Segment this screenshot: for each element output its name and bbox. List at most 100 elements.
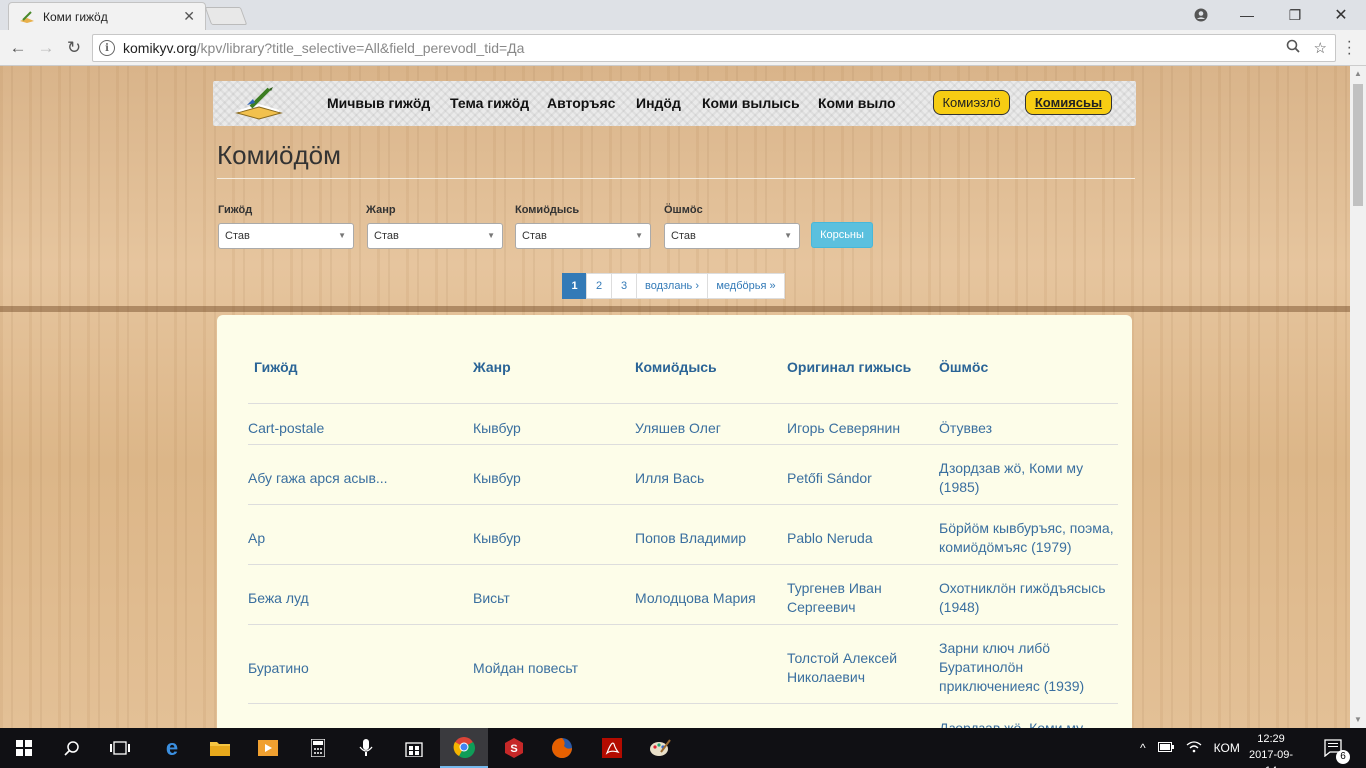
action-center-icon[interactable]: 6 [1324, 728, 1350, 768]
last-page-link[interactable]: медбӧрья » [707, 273, 785, 299]
url-path: /kpv/library?title_selective=All&field_p… [196, 40, 525, 56]
url-input[interactable]: i komikyv.org /kpv/library?title_selecti… [92, 34, 1336, 62]
browser-tab[interactable]: Коми гижӧд ✕ [8, 2, 206, 30]
table-cell-source[interactable]: Бӧрйӧм кывбуръяс, поэма, комиӧдӧмъяс (19… [939, 519, 1119, 557]
nav-link-3[interactable]: Авторъяс [547, 95, 615, 111]
bookmark-star-icon[interactable]: ☆ [1314, 39, 1327, 57]
zoom-search-icon[interactable] [1286, 39, 1300, 57]
table-cell-translator[interactable]: Уляшев Олег [635, 419, 721, 438]
battery-icon[interactable] [1157, 741, 1174, 755]
nav-link-5[interactable]: Коми вылысь [702, 95, 800, 111]
info-icon[interactable]: i [99, 40, 115, 56]
table-cell-title[interactable]: Бежа луд [248, 589, 309, 608]
table-cell-source[interactable]: Дзордзав жӧ, Коми му (1985) [939, 459, 1109, 497]
site-logo-icon[interactable] [235, 85, 283, 121]
table-cell-genre[interactable]: Кывбур [473, 469, 521, 488]
row-divider [248, 624, 1118, 625]
site-favicon-icon [20, 10, 34, 23]
page-scrollbar[interactable]: ▲ ▼ [1350, 66, 1366, 728]
column-header-source[interactable]: Ӧшмӧс [939, 359, 988, 375]
table-cell-genre[interactable]: Висьт [473, 589, 510, 608]
paint-icon[interactable] [636, 728, 684, 768]
table-cell-translator[interactable]: Илля Вась [635, 469, 704, 488]
system-clock[interactable]: 12:29 2017-09-14 [1245, 731, 1297, 768]
page-3-link[interactable]: 3 [611, 273, 637, 299]
next-page-link[interactable]: водзлань › [636, 273, 708, 299]
table-cell-genre[interactable]: Мойдан повесьт [473, 659, 578, 678]
minimize-icon[interactable]: — [1224, 0, 1270, 30]
table-cell-original-author[interactable]: Толстой Алексей Николаевич [787, 649, 917, 687]
tab-title: Коми гижӧд [43, 9, 108, 24]
table-cell-title[interactable]: Cart-postale [248, 419, 324, 438]
clock-date: 2017-09-14 [1248, 749, 1294, 768]
taskbar: e S ^ КОМ 12:29 2017-09-14 [0, 728, 1366, 768]
filter-genre-select[interactable]: Став ▼ [367, 223, 503, 249]
table-cell-title[interactable]: Абу гажа арся асыв... [248, 469, 388, 488]
wifi-icon[interactable] [1186, 740, 1202, 756]
column-header-genre[interactable]: Жанр [473, 359, 511, 375]
search-submit-button[interactable]: Корсьны [811, 222, 873, 248]
windows-start-icon[interactable] [0, 728, 48, 768]
column-header-title[interactable]: Гижӧд [254, 359, 298, 375]
profile-icon[interactable] [1178, 0, 1224, 30]
table-cell-translator[interactable]: Попов Владимир [635, 529, 746, 548]
store-icon[interactable] [390, 728, 438, 768]
table-cell-source[interactable]: Зарни ключ либӧ Буратинолӧн приключениея… [939, 639, 1099, 696]
table-cell-original-author[interactable]: Тургенев Иван Сергеевич [787, 579, 927, 617]
table-cell-original-author[interactable]: Petőfi Sándor [787, 469, 872, 488]
chrome-icon[interactable] [440, 728, 488, 768]
column-header-original-author[interactable]: Оригинал гижысь [787, 359, 911, 375]
scroll-up-icon[interactable]: ▲ [1350, 66, 1366, 82]
table-cell-original-author[interactable]: Игорь Северянин [787, 419, 900, 438]
filter-label-source: Ӧшмӧс [664, 204, 703, 216]
filter-source-value: Став [671, 230, 696, 242]
system-tray: ^ КОМ [1140, 728, 1240, 768]
filter-source-select[interactable]: Став ▼ [664, 223, 800, 249]
input-language[interactable]: КОМ [1214, 741, 1240, 755]
media-player-icon[interactable] [244, 728, 292, 768]
nav-link-1[interactable]: Мичвыв гижӧд [327, 95, 430, 111]
close-window-icon[interactable]: ✕ [1318, 0, 1364, 30]
show-hidden-icons-icon[interactable]: ^ [1140, 741, 1146, 755]
red-s-app-icon[interactable]: S [490, 728, 538, 768]
scrollbar-thumb[interactable] [1353, 84, 1363, 206]
language-pill-active-button[interactable]: Комиясьы [1025, 90, 1112, 115]
table-cell-title[interactable]: Буратино [248, 659, 309, 678]
notification-count-badge: 6 [1336, 750, 1350, 764]
table-cell-translator[interactable]: Молодцова Мария [635, 589, 756, 608]
table-cell-original-author[interactable]: Pablo Neruda [787, 529, 873, 548]
scroll-down-icon[interactable]: ▼ [1350, 712, 1366, 728]
table-cell-title[interactable]: Ар [248, 529, 265, 548]
search-icon[interactable] [48, 728, 96, 768]
row-divider [248, 504, 1118, 505]
restore-icon[interactable]: ❐ [1272, 0, 1318, 30]
table-cell-genre[interactable]: Кывбур [473, 529, 521, 548]
filter-title-select[interactable]: Став ▼ [218, 223, 354, 249]
new-tab-button[interactable] [204, 7, 248, 25]
forward-arrow-icon[interactable]: → [34, 36, 58, 60]
nav-link-2[interactable]: Тема гижӧд [450, 95, 529, 111]
table-cell-source[interactable]: Охотниклӧн гижӧдъясысь (1948) [939, 579, 1109, 617]
nav-link-6[interactable]: Коми выло [818, 95, 896, 111]
edge-browser-icon[interactable]: e [148, 728, 196, 768]
back-arrow-icon[interactable]: ← [6, 36, 30, 60]
page-2-link[interactable]: 2 [586, 273, 612, 299]
voice-recorder-icon[interactable] [342, 728, 390, 768]
filter-translator-select[interactable]: Став ▼ [515, 223, 651, 249]
file-explorer-icon[interactable] [196, 728, 244, 768]
firefox-icon[interactable] [538, 728, 586, 768]
close-tab-icon[interactable]: ✕ [183, 8, 195, 25]
language-pill-button[interactable]: Комиэзлӧ [933, 90, 1010, 115]
table-cell-genre[interactable]: Кывбур [473, 419, 521, 438]
menu-dots-icon[interactable]: · · · [1347, 34, 1352, 62]
table-cell-source[interactable]: Ӧтуввез [939, 419, 1119, 438]
task-view-icon[interactable] [96, 728, 144, 768]
dropdown-caret-icon: ▼ [784, 231, 792, 240]
pdf-reader-icon[interactable] [588, 728, 636, 768]
calculator-icon[interactable] [294, 728, 342, 768]
page-1-link[interactable]: 1 [562, 273, 587, 299]
reload-icon[interactable]: ↻ [62, 36, 86, 60]
column-header-translator[interactable]: Комиӧдысь [635, 359, 717, 375]
table-cell-source[interactable]: Дзордзав жӧ, Коми му [939, 719, 1109, 728]
nav-link-4[interactable]: Индӧд [636, 95, 681, 111]
